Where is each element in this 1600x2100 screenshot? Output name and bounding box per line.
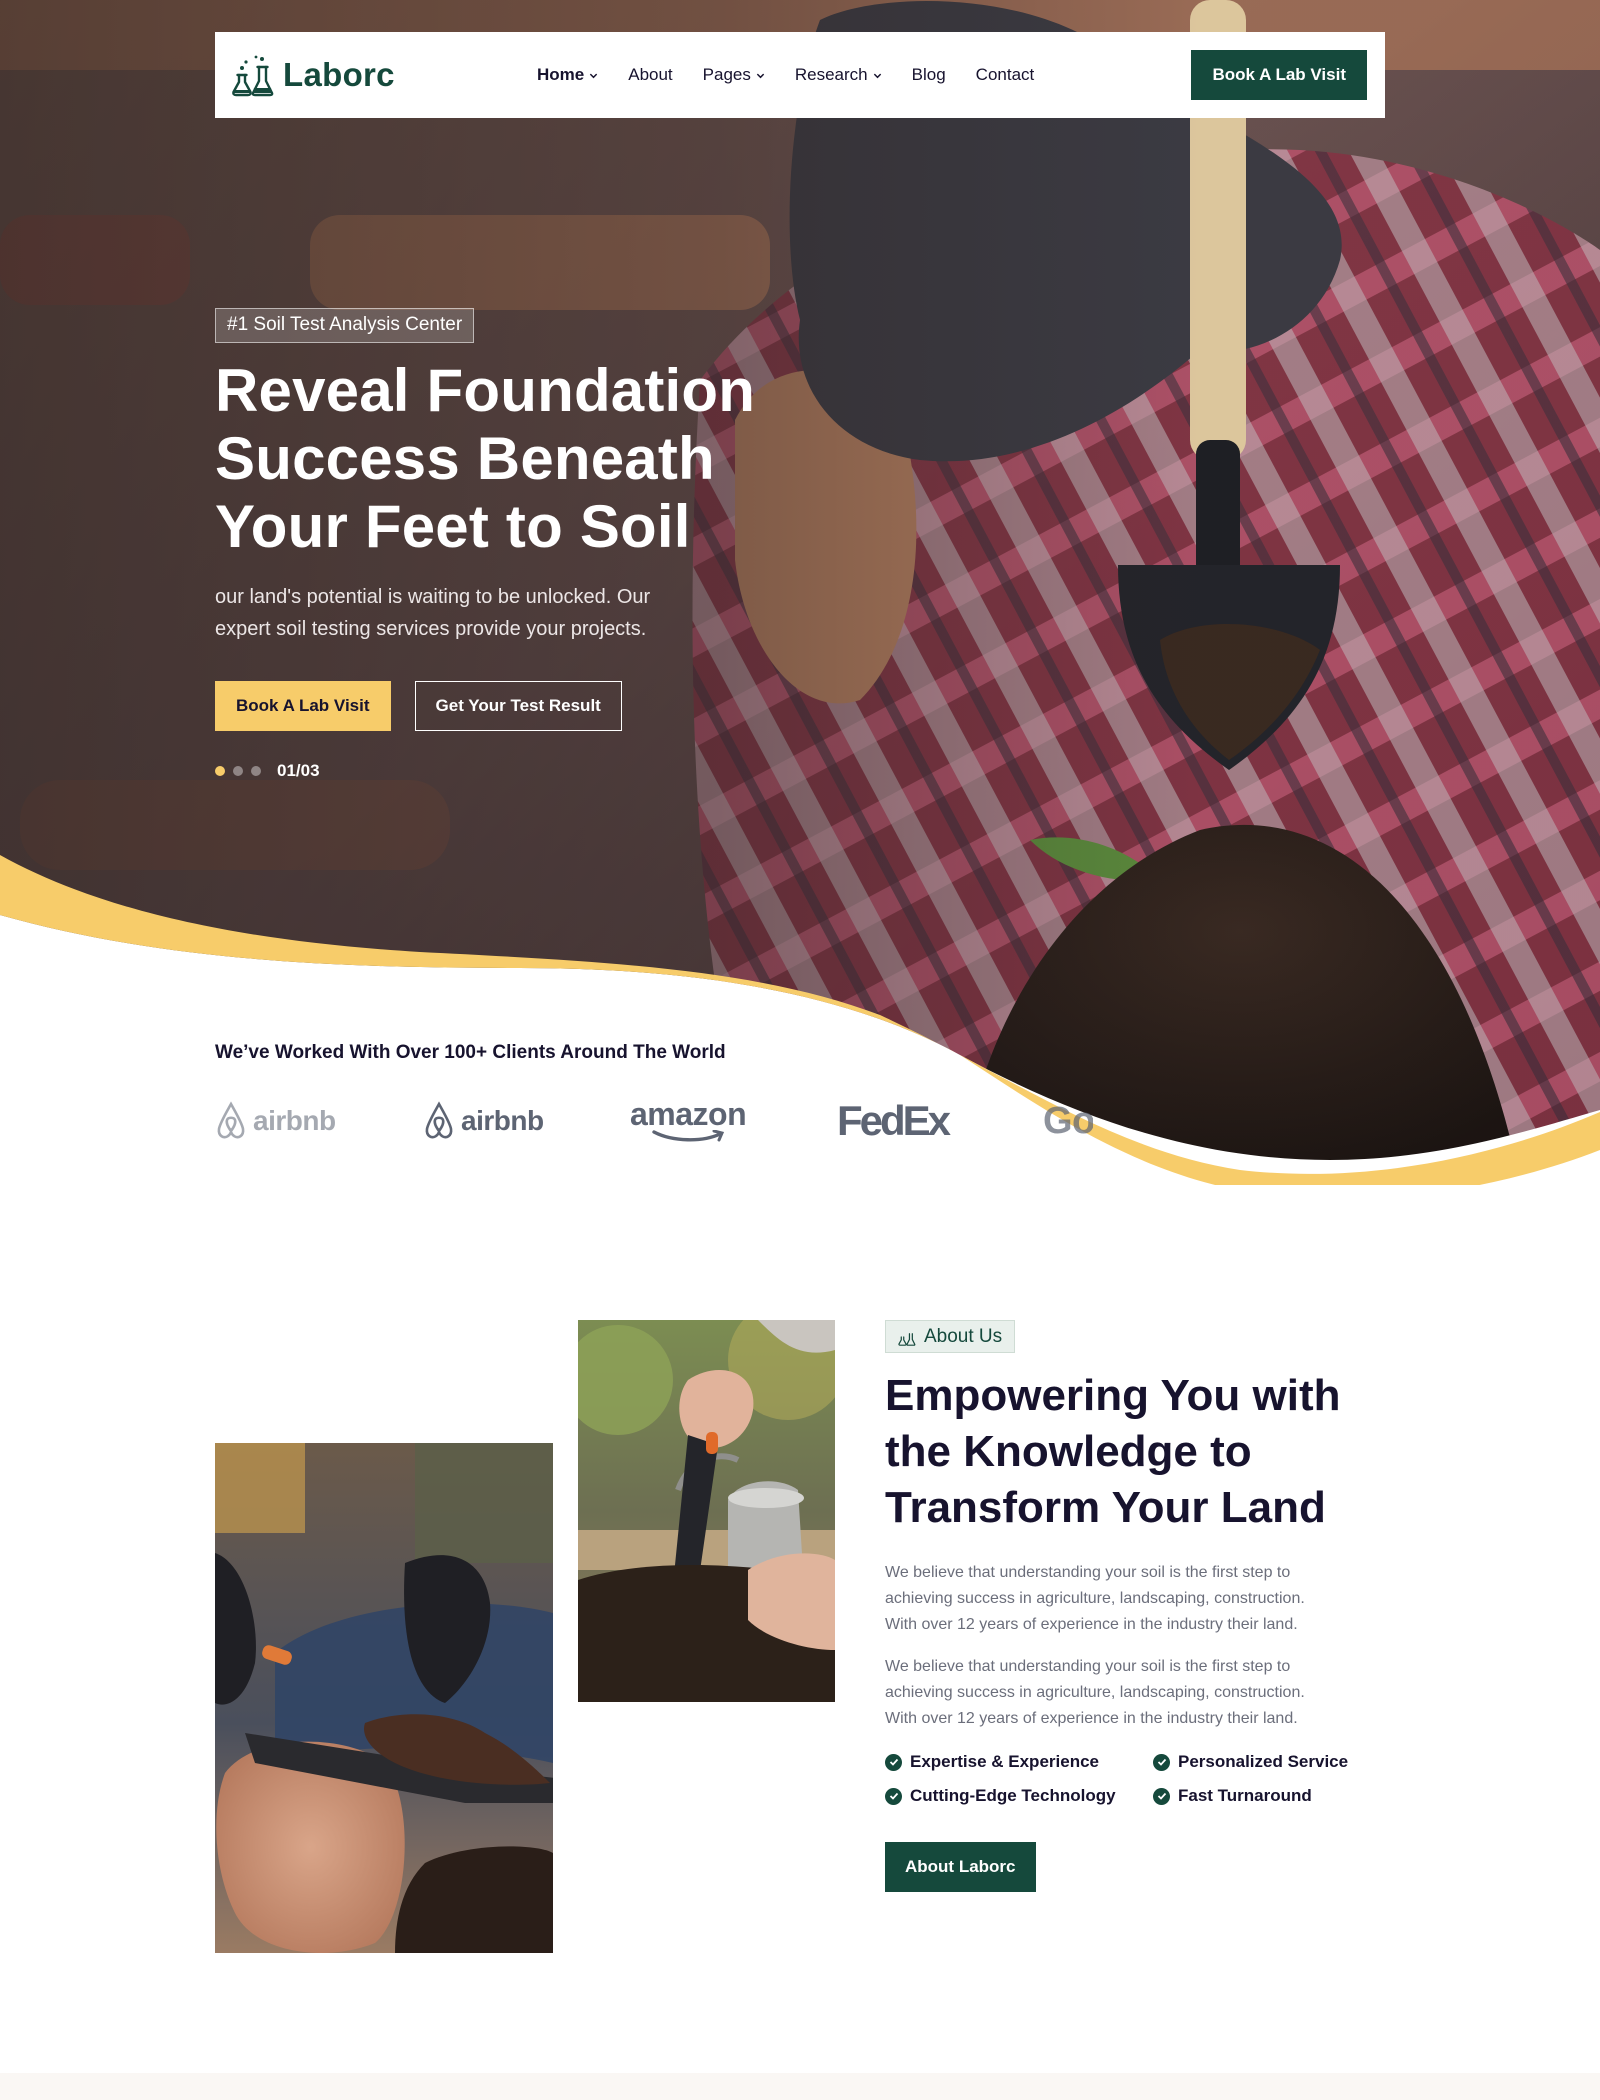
hero-title-line: Success Beneath	[215, 425, 715, 492]
hero-title: Reveal Foundation Success Beneath Your F…	[215, 357, 835, 561]
hero-book-lab-visit-button[interactable]: Book A Lab Visit	[215, 681, 391, 731]
get-test-result-button[interactable]: Get Your Test Result	[414, 681, 622, 731]
client-name: airbnb	[253, 1105, 336, 1136]
feature-label: Cutting-Edge Technology	[910, 1786, 1116, 1805]
menu-item-label: Contact	[975, 65, 1035, 84]
menu-item-research[interactable]: Research	[795, 65, 882, 85]
about-paragraph: We believe that understanding your soil …	[885, 1654, 1395, 1732]
slide-dot-2[interactable]	[233, 766, 243, 776]
about-tag-label: About Us	[924, 1325, 1003, 1347]
about-paragraph: We believe that understanding your soil …	[885, 1560, 1395, 1638]
about-laborc-button[interactable]: About Laborc	[885, 1842, 1036, 1892]
amazon-smile-icon	[652, 1130, 725, 1142]
feature-item: Personalized Service	[1153, 1752, 1405, 1772]
feature-label: Personalized Service	[1178, 1752, 1349, 1771]
menu-item-label: About	[628, 65, 673, 84]
hero-buttons: Book A Lab Visit Get Your Test Result	[215, 681, 835, 731]
menu-item-label: Pages	[702, 65, 751, 84]
about-title-line: the Knowledge to	[885, 1427, 1252, 1476]
about-section-tag: About Us	[885, 1320, 1016, 1353]
client-logo-airbnb: airbnb	[215, 1090, 336, 1152]
lab-flask-icon	[232, 55, 274, 97]
about-title-line: Empowering You with	[885, 1371, 1341, 1420]
airbnb-icon	[217, 1101, 245, 1139]
client-name: FedEx	[837, 1097, 951, 1144]
feature-label: Fast Turnaround	[1178, 1786, 1312, 1805]
about-image-soil-pot	[215, 1443, 553, 1953]
feature-item: Fast Turnaround	[1153, 1786, 1405, 1806]
chevron-down-icon	[756, 73, 765, 78]
menu-item-pages[interactable]: Pages	[703, 65, 765, 85]
about-feature-list: Expertise & Experience Personalized Serv…	[885, 1752, 1405, 1806]
about-paragraph-line: We believe that understanding your soil …	[885, 1564, 1291, 1581]
brand-name: Laborc	[283, 56, 395, 93]
feature-label: Expertise & Experience	[910, 1752, 1099, 1771]
about-paragraph-line: We believe that understanding your soil …	[885, 1658, 1291, 1675]
check-circle-icon	[1153, 1787, 1170, 1805]
hero-description-line: our land's potential is waiting to be un…	[215, 586, 651, 608]
client-logo-fedex: FedEx	[837, 1090, 951, 1152]
check-circle-icon	[885, 1787, 902, 1805]
menu-item-blog[interactable]: Blog	[912, 65, 946, 85]
main-navigation: Laborc Home About Pages Research Blog Co…	[215, 32, 1385, 118]
hero-title-line: Reveal Foundation	[215, 357, 756, 424]
about-image-trowel-watering-can	[578, 1320, 835, 1702]
trowel-watering-can-photo	[578, 1320, 835, 1702]
client-name: amazon	[630, 1096, 747, 1132]
check-circle-icon	[885, 1753, 902, 1771]
about-paragraph-line: With over 12 years of experience in the …	[885, 1616, 1298, 1633]
menu-item-label: Blog	[911, 65, 946, 84]
slide-counter: 01/03	[277, 761, 320, 780]
clients-heading: We’ve Worked With Over 100+ Clients Arou…	[215, 1042, 726, 1063]
hero-title-line: Your Feet to Soil	[215, 493, 691, 560]
client-logo-amazon: amazon	[630, 1090, 747, 1152]
about-title-line: Transform Your Land	[885, 1483, 1326, 1532]
primary-menu: Home About Pages Research Blog Contact	[517, 65, 1191, 85]
brand-logo[interactable]: Laborc	[231, 53, 517, 97]
airbnb-icon	[425, 1101, 453, 1139]
menu-item-home[interactable]: Home	[537, 65, 598, 85]
hero-content: #1 Soil Test Analysis Center Reveal Foun…	[215, 308, 835, 781]
about-paragraph-line: With over 12 years of experience in the …	[885, 1710, 1298, 1727]
menu-item-label: Home	[537, 65, 585, 84]
menu-item-label: Research	[794, 65, 868, 84]
feature-item: Cutting-Edge Technology	[885, 1786, 1153, 1806]
slide-dot-1[interactable]	[215, 766, 225, 776]
slide-dot-3[interactable]	[251, 766, 261, 776]
lab-flask-icon	[898, 1332, 916, 1346]
hero-badge: #1 Soil Test Analysis Center	[215, 308, 475, 343]
about-paragraph-line: achieving success in agriculture, landsc…	[885, 1590, 1305, 1607]
about-title: Empowering You with the Knowledge to Tra…	[885, 1368, 1405, 1536]
client-name: Go	[1043, 1099, 1093, 1142]
chevron-down-icon	[590, 73, 598, 78]
menu-item-contact[interactable]: Contact	[976, 65, 1035, 85]
client-logo-google: Go	[1043, 1090, 1093, 1152]
chevron-down-icon	[873, 73, 881, 78]
client-logo-carousel: airbnb airbnb amazon FedEx Go	[215, 1090, 1093, 1152]
book-lab-visit-button[interactable]: Book A Lab Visit	[1191, 50, 1367, 100]
hero-description-line: expert soil testing services provide you…	[215, 618, 647, 640]
check-circle-icon	[1153, 1753, 1170, 1771]
menu-item-about[interactable]: About	[628, 65, 672, 85]
feature-item: Expertise & Experience	[885, 1752, 1153, 1772]
soil-pot-photo	[215, 1443, 553, 1953]
client-name: airbnb	[461, 1105, 544, 1136]
slider-pagination: 01/03	[215, 761, 835, 781]
next-section-band	[0, 2073, 1600, 2100]
hero-description: our land's potential is waiting to be un…	[215, 581, 735, 645]
client-logo-airbnb: airbnb	[423, 1090, 544, 1152]
about-paragraph-line: achieving success in agriculture, landsc…	[885, 1684, 1305, 1701]
